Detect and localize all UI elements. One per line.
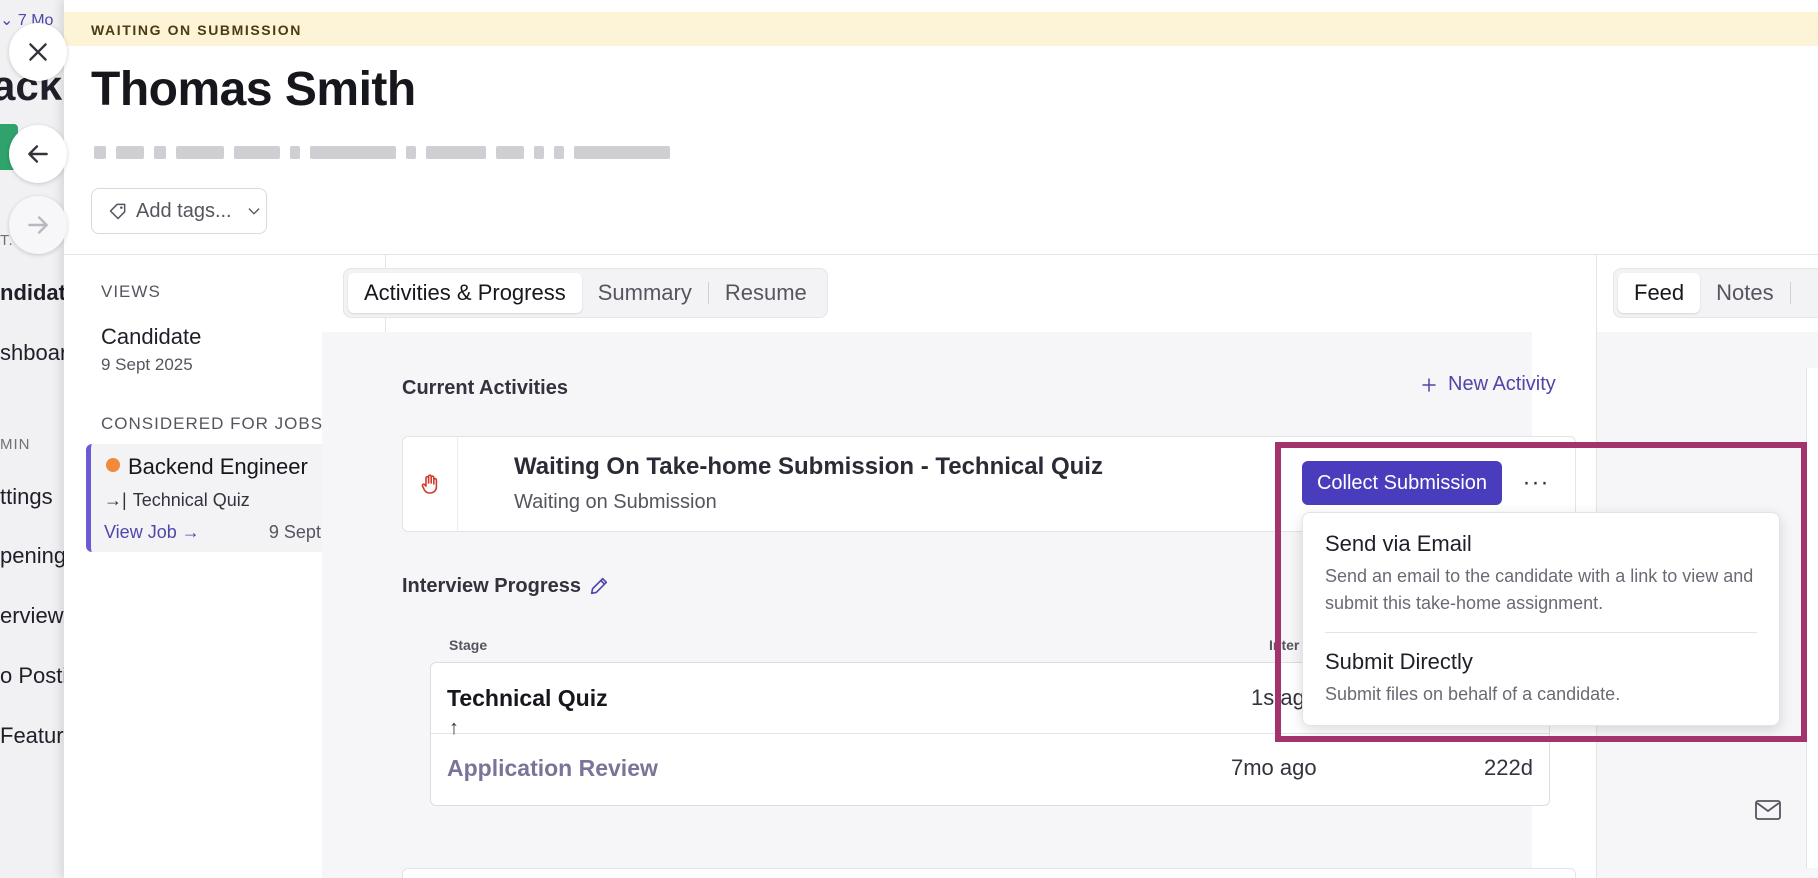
add-tags-dropdown[interactable]: Add tags... (91, 188, 267, 234)
tab-separator (1789, 282, 1791, 304)
bg-nav-item-interviews[interactable]: erview (0, 603, 64, 629)
previous-candidate-button[interactable] (9, 125, 67, 183)
job-title: Backend Engineer (128, 454, 308, 479)
arrow-left-icon (28, 145, 48, 163)
stage-duration: 222d (1484, 755, 1533, 780)
job-stage: →| Technical Quiz (104, 490, 250, 511)
stage-name: Technical Quiz (447, 685, 608, 711)
stage-when: 7mo ago (1231, 755, 1317, 780)
views-label: VIEWS (101, 282, 161, 301)
interview-progress-title: Interview Progress (402, 575, 581, 597)
close-panel-button[interactable] (9, 23, 67, 81)
tag-icon (109, 203, 126, 220)
job-stage-label: Technical Quiz (132, 490, 250, 510)
tab-resume[interactable]: Resume (709, 273, 823, 313)
tab-feed[interactable]: Feed (1618, 273, 1701, 313)
redacted-contact-info (94, 146, 670, 160)
status-banner: WAITING ON SUBMISSION (64, 12, 1818, 46)
activity-title: Waiting On Take-home Submission - Techni… (514, 453, 1103, 480)
highlight-annotation (1275, 442, 1807, 742)
pencil-icon[interactable] (588, 575, 610, 597)
arrow-right-icon (28, 216, 48, 234)
feed-card (1806, 368, 1818, 868)
tab-activities-progress[interactable]: Activities & Progress (348, 273, 582, 313)
chevron-down-icon (248, 208, 259, 215)
add-tags-label: Add tags... (136, 199, 232, 222)
tab-summary[interactable]: Summary (582, 273, 708, 313)
bg-nav-item-settings[interactable]: ttings (0, 484, 53, 510)
close-icon (29, 43, 47, 61)
stage-row[interactable]: Application Review 7mo ago 222d (431, 735, 1549, 806)
candidate-name: Thomas Smith (91, 63, 416, 116)
considered-for-jobs-label: CONSIDERED FOR JOBS (101, 414, 324, 433)
hand-stop-icon (421, 474, 438, 494)
mail-icon[interactable] (1754, 798, 1782, 822)
next-candidate-button[interactable] (9, 196, 67, 254)
tab-notes[interactable]: Notes (1700, 273, 1789, 313)
bg-nav-item-dashboard[interactable]: shboar (0, 340, 67, 366)
view-candidate-link[interactable]: Candidate (101, 324, 201, 350)
activity-icon-cell (403, 437, 458, 531)
candidate-panel: WAITING ON SUBMISSION Thomas Smith Add t… (64, 0, 1818, 878)
header-divider (64, 254, 1818, 255)
activity-subtitle: Waiting on Submission (514, 491, 717, 513)
view-date: 9 Sept 2025 (101, 355, 193, 374)
stage-name: Application Review (447, 755, 658, 781)
status-banner-text: WAITING ON SUBMISSION (91, 22, 302, 38)
feed-tabs: Feed Notes (1613, 268, 1818, 318)
plus-icon (1422, 377, 1436, 392)
bottom-card (402, 868, 1576, 878)
new-activity-label: New Activity (1448, 373, 1556, 395)
bg-nav-item-candidates[interactable]: ndidat (0, 280, 66, 306)
status-dot (106, 458, 120, 472)
view-job-link[interactable]: View Job → (104, 522, 200, 543)
new-activity-button[interactable]: New Activity (1420, 373, 1556, 396)
bg-section-admin: MIN (0, 436, 31, 453)
candidate-tabs: Activities & Progress Summary Resume (343, 268, 828, 318)
current-activities-title: Current Activities (402, 377, 568, 399)
stage-column-header: Stage (449, 637, 488, 653)
stage-arrow-icon: →| (104, 490, 127, 510)
